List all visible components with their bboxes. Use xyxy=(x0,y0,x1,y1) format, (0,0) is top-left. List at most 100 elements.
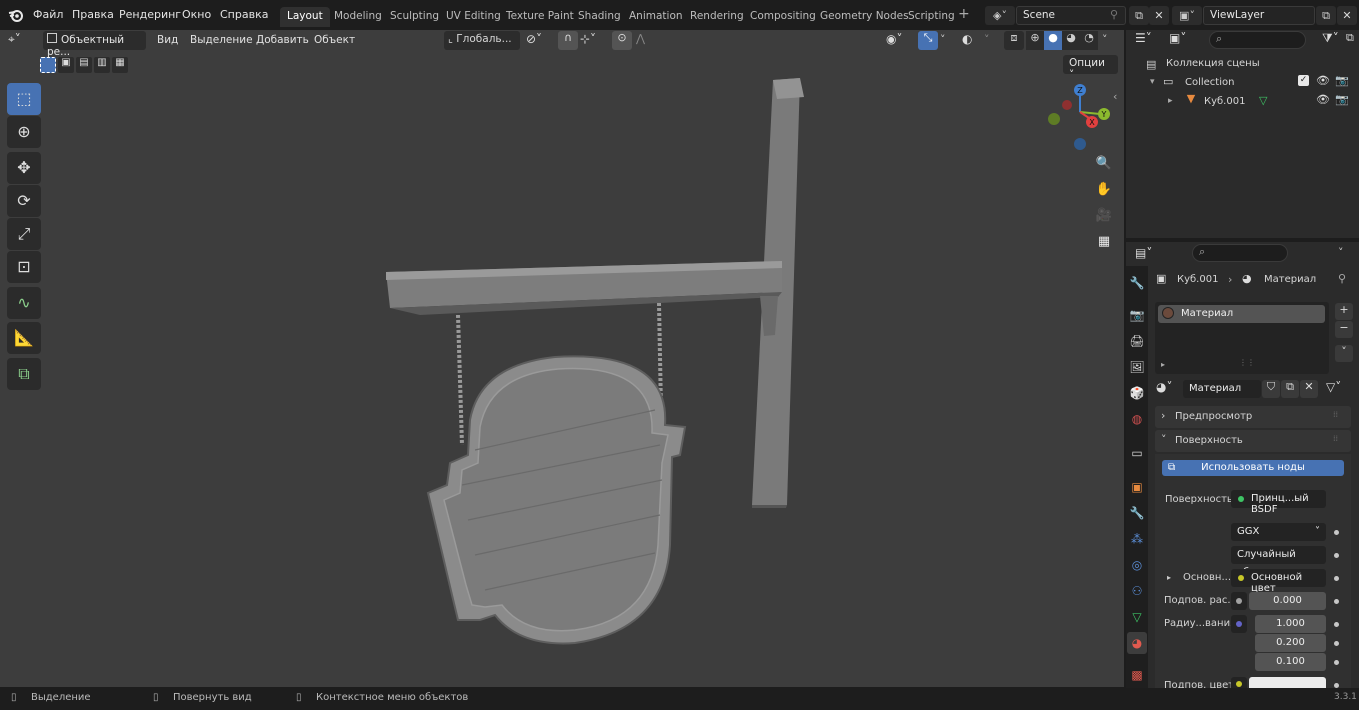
gizmo-toggle-icon[interactable]: ⤡ xyxy=(918,31,938,50)
menu-select[interactable]: Выделение xyxy=(190,34,253,46)
transform-tool[interactable]: ⊡ xyxy=(7,251,41,283)
tab-rendering[interactable]: Rendering xyxy=(683,7,751,27)
tab-layout[interactable]: Layout xyxy=(280,7,330,27)
surface-panel-header[interactable]: ˅ Поверхность ⁞⁞ xyxy=(1155,430,1351,452)
tab-uv-editing[interactable]: UV Editing xyxy=(439,7,508,27)
radius-z-keyframe-dot[interactable] xyxy=(1334,660,1339,665)
subsurface-method-keyframe-dot[interactable] xyxy=(1334,553,1339,558)
select-new-icon[interactable] xyxy=(40,57,56,73)
material-slot-list[interactable]: Материал ▸ ⋮⋮ xyxy=(1155,302,1329,374)
preview-panel-header[interactable]: › Предпросмотр ⁞⁞ xyxy=(1155,406,1351,428)
properties-search-input[interactable]: ⌕ xyxy=(1192,244,1288,262)
shading-wireframe-icon[interactable]: ⊕ xyxy=(1026,31,1044,50)
scene-tab-icon[interactable]: 🎲 xyxy=(1127,382,1147,404)
slot-list-expand-icon[interactable]: ▸ xyxy=(1161,360,1165,369)
camera-view-icon[interactable]: 🎥 xyxy=(1092,204,1116,228)
view-layer-field[interactable]: ViewLayer xyxy=(1203,6,1315,25)
pivot-point-icon[interactable]: ⊘˅ xyxy=(526,32,542,46)
snap-target-icon[interactable]: ⊹˅ xyxy=(580,32,596,46)
slot-list-resize-handle[interactable]: ⋮⋮ xyxy=(1239,358,1255,367)
subsurface-method-dropdown[interactable]: Случайный обх... xyxy=(1231,546,1326,578)
select-box-tool[interactable]: ⬚ xyxy=(7,83,41,115)
output-tab-icon[interactable]: 🖨 xyxy=(1127,330,1147,352)
filter-icon[interactable]: ⧩˅ xyxy=(1322,31,1339,46)
perspective-grid-icon[interactable]: ▦ xyxy=(1092,230,1116,254)
overlays-icon[interactable]: ◐ xyxy=(962,32,972,46)
object-expand-icon[interactable]: ▸ xyxy=(1168,96,1173,106)
subsurface-keyframe-dot[interactable] xyxy=(1334,599,1339,604)
pin-icon[interactable]: ⚲ xyxy=(1110,8,1118,21)
properties-options-icon[interactable]: ˅ xyxy=(1338,246,1344,259)
subsurface-socket-button[interactable] xyxy=(1231,592,1247,610)
delete-view-layer-button[interactable]: ✕ xyxy=(1337,6,1357,25)
3d-viewport[interactable]: ⌖˅ Объектный ре... Вид Выделение Добавит… xyxy=(0,30,1124,687)
material-tab-icon[interactable]: ◕ xyxy=(1127,632,1147,654)
visibility-icon[interactable]: ◉˅ xyxy=(886,32,902,46)
tab-sculpting[interactable]: Sculpting xyxy=(383,7,446,27)
properties-editor-type-icon[interactable]: ▤˅ xyxy=(1135,246,1152,260)
scene-collection-label[interactable]: Коллекция сцены xyxy=(1166,58,1260,69)
mesh-data-icon[interactable]: ▽ xyxy=(1259,94,1267,107)
material-name-field[interactable]: Материал xyxy=(1183,380,1261,398)
modifiers-tab-icon[interactable]: 🔧 xyxy=(1127,502,1147,524)
select-intersect-icon[interactable]: ▦ xyxy=(112,57,128,73)
render-tab-icon[interactable]: 📷 xyxy=(1127,304,1147,326)
snap-toggle-icon[interactable]: ∩ xyxy=(558,31,578,50)
select-subtract-icon[interactable]: ▤ xyxy=(76,57,92,73)
base-color-field[interactable]: Основной цвет xyxy=(1231,569,1326,594)
rotate-tool[interactable]: ⟳ xyxy=(7,185,41,217)
world-tab-icon[interactable]: ◍ xyxy=(1127,408,1147,430)
add-slot-button[interactable]: + xyxy=(1335,303,1353,320)
tab-compositing[interactable]: Compositing xyxy=(743,7,823,27)
scene-selector-icon[interactable]: ◈˅ xyxy=(985,6,1015,25)
base-color-keyframe-dot[interactable] xyxy=(1334,576,1339,581)
object-tab-icon[interactable]: ▣ xyxy=(1127,476,1147,498)
overlays-dropdown-icon[interactable]: ˅ xyxy=(984,33,990,46)
delete-scene-button[interactable]: ✕ xyxy=(1149,6,1169,25)
shading-rendered-icon[interactable]: ◔ xyxy=(1080,31,1098,50)
editor-type-icon[interactable]: ⌖˅ xyxy=(8,32,38,50)
browse-material-icon[interactable]: ◕˅ xyxy=(1156,380,1172,394)
menu-file[interactable]: Файл xyxy=(33,8,63,21)
particles-tab-icon[interactable]: ⁂ xyxy=(1127,528,1147,550)
distribution-keyframe-dot[interactable] xyxy=(1334,530,1339,535)
falloff-icon[interactable]: ⋀ xyxy=(636,32,645,45)
data-tab-icon[interactable]: ▽ xyxy=(1127,606,1147,628)
select-difference-icon[interactable]: ▥ xyxy=(94,57,110,73)
menu-render[interactable]: Рендеринг xyxy=(119,8,181,21)
tab-animation[interactable]: Animation xyxy=(622,7,690,27)
new-collection-icon[interactable]: ⧉ xyxy=(1346,31,1354,45)
options-dropdown[interactable]: Опции ˅ xyxy=(1063,55,1118,81)
pan-hand-icon[interactable]: ✋ xyxy=(1092,178,1116,202)
proportional-edit-icon[interactable]: ⊙ xyxy=(612,31,632,50)
remove-slot-button[interactable]: − xyxy=(1335,321,1353,338)
sign-model[interactable] xyxy=(380,75,820,655)
shading-material-icon[interactable]: ◕ xyxy=(1062,31,1080,50)
collection-label[interactable]: Collection xyxy=(1185,77,1234,88)
duplicate-material-icon[interactable]: ⧉ xyxy=(1281,380,1299,398)
navigation-gizmo[interactable]: Z Y X xyxy=(1044,82,1114,154)
unlink-material-icon[interactable]: ✕ xyxy=(1300,380,1318,398)
tab-shading[interactable]: Shading xyxy=(571,7,628,27)
subsurface-value-field[interactable]: 0.000 xyxy=(1249,592,1326,610)
menu-add[interactable]: Добавить xyxy=(256,34,309,46)
fake-user-shield-icon[interactable]: ⛉ xyxy=(1262,380,1280,398)
new-scene-button[interactable]: ⧉ xyxy=(1129,6,1149,25)
tab-texture-paint[interactable]: Texture Paint xyxy=(499,7,581,27)
scale-tool[interactable]: ⤢ xyxy=(7,218,41,250)
link-dropdown-icon[interactable]: ▽˅ xyxy=(1326,380,1341,394)
radius-y-field[interactable]: 0.200 xyxy=(1255,634,1326,652)
object-visibility-eye-icon[interactable]: 👁 xyxy=(1316,93,1330,106)
measure-tool[interactable]: 📐 xyxy=(7,322,41,354)
display-mode-icon[interactable]: ▣˅ xyxy=(1169,31,1186,45)
move-tool[interactable]: ✥ xyxy=(7,152,41,184)
collection-expand-icon[interactable]: ▾ xyxy=(1150,77,1155,87)
collection-visibility-eye-icon[interactable]: 👁 xyxy=(1316,74,1330,87)
zoom-icon[interactable]: 🔍 xyxy=(1092,152,1116,176)
menu-object[interactable]: Объект xyxy=(314,34,355,46)
add-workspace-button[interactable]: + xyxy=(958,6,970,22)
radius-x-field[interactable]: 1.000 xyxy=(1255,615,1326,633)
menu-window[interactable]: Окно xyxy=(182,8,211,21)
add-cube-tool[interactable]: ⧉ xyxy=(7,358,41,390)
menu-view[interactable]: Вид xyxy=(157,34,178,46)
